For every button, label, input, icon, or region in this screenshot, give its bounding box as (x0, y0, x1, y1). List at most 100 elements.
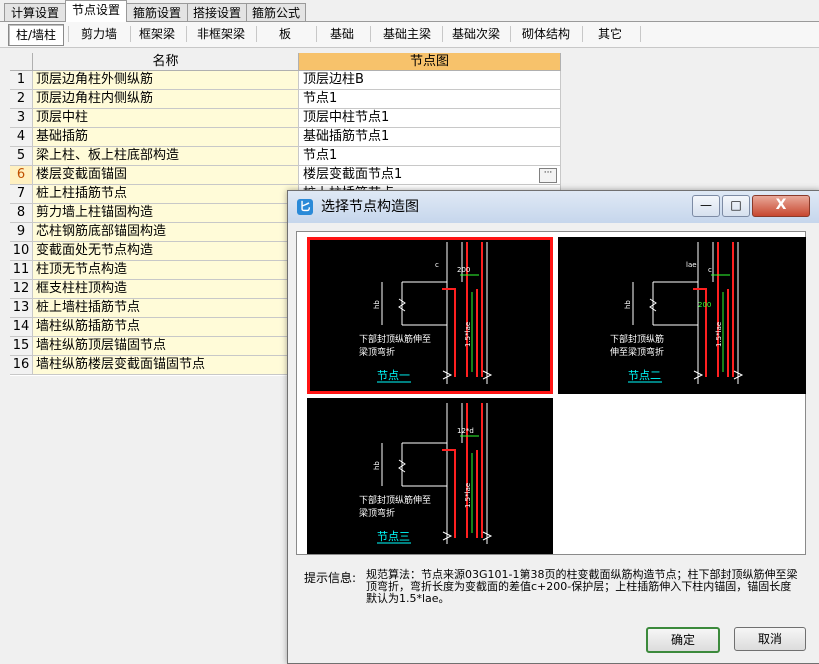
row-name-cell: 梁上柱、板上柱底部构造 (33, 147, 299, 166)
row-value-text: 节点1 (303, 148, 338, 163)
subtab-frame-beam[interactable]: 框架梁 (132, 24, 182, 44)
row-value-cell[interactable]: 顶层边柱B (299, 71, 561, 90)
row-value-cell[interactable]: 楼层变截面节点1 ··· (299, 166, 561, 185)
node-diagram: 200 c hb 1.5*lae 下部封顶纵筋伸至梁顶弯折节点一 (359, 242, 493, 384)
divider (582, 26, 583, 42)
row-number: 13 (10, 299, 33, 318)
diagram-caption-line2: 梁顶弯折 (359, 346, 395, 358)
header-name: 名称 (33, 53, 299, 71)
component-type-bar: 柱/墙柱 剪力墙 框架梁 非框架梁 板 基础 基础主梁 基础次梁 砌体结构 其它 (0, 22, 819, 48)
row-value-cell[interactable]: 顶层中柱节点1 (299, 109, 561, 128)
node-label: 节点三 (377, 530, 410, 543)
row-number: 1 (10, 71, 33, 90)
row-name-cell: 柱顶无节点构造 (33, 261, 299, 280)
ellipsis-button[interactable]: ··· (539, 168, 557, 183)
row-number: 9 (10, 223, 33, 242)
maximize-button[interactable]: □ (722, 195, 750, 217)
app-icon: 匕 (297, 199, 313, 215)
lower-rebar-left (442, 288, 456, 377)
tab-calc-settings[interactable]: 计算设置 (4, 3, 66, 22)
row-value-text: 基础插筋节点1 (303, 129, 390, 144)
dim-label-top: c (708, 266, 712, 274)
tab-lap-settings[interactable]: 搭接设置 (187, 3, 247, 22)
subtab-foundation-main-beam[interactable]: 基础主梁 (374, 24, 440, 44)
node-label: 节点二 (628, 369, 661, 382)
tab-node-settings[interactable]: 节点设置 (65, 0, 127, 22)
divider (256, 26, 257, 42)
dim-label-200: 200 (698, 301, 711, 309)
subtab-foundation-secondary-beam[interactable]: 基础次梁 (446, 24, 506, 44)
row-number: 12 (10, 280, 33, 299)
node-label: 节点一 (377, 369, 410, 382)
table-row[interactable]: 2 顶层边角柱内侧纵筋 节点1 (10, 90, 561, 109)
row-name-cell: 顶层中柱 (33, 109, 299, 128)
select-node-dialog: 匕 选择节点构造图 — □ X 200 c hb 1.5*lae 下部封顶纵筋伸至 梁顶弯… (287, 190, 819, 664)
divider (186, 26, 187, 42)
dim-label-c: c (435, 261, 439, 269)
diagram-caption-line2: 伸至梁顶弯折 (610, 346, 664, 358)
dim-label-hb: hb (373, 300, 381, 309)
row-name-cell: 框支柱柱顶构造 (33, 280, 299, 299)
row-value-cell[interactable]: 节点1 (299, 90, 561, 109)
header-node-image: 节点图 (299, 53, 561, 71)
row-number: 16 (10, 356, 33, 375)
divider (316, 26, 317, 42)
tab-stirrup-formula[interactable]: 箍筋公式 (246, 3, 306, 22)
row-name-cell: 顶层边角柱外侧纵筋 (33, 71, 299, 90)
row-name-cell: 变截面处无节点构造 (33, 242, 299, 261)
node-thumbnail-3[interactable]: 12*d hb 1.5*lae 下部封顶纵筋伸至 梁顶弯折 节点三 (307, 398, 553, 554)
row-name-cell: 墙柱纵筋楼层变截面锚固节点 (33, 356, 299, 375)
row-name-cell: 楼层变截面锚固 (33, 166, 299, 185)
row-value-text: 节点1 (303, 91, 338, 106)
subtab-foundation[interactable]: 基础 (320, 24, 364, 44)
subtab-non-frame-beam[interactable]: 非框架梁 (190, 24, 252, 44)
row-number: 15 (10, 337, 33, 356)
subtab-column[interactable]: 柱/墙柱 (8, 24, 64, 46)
subtab-masonry[interactable]: 砌体结构 (514, 24, 578, 44)
header-corner (10, 53, 33, 71)
dim-label-vertical: 1.5*lae (715, 322, 723, 347)
row-value-cell[interactable]: 节点1 (299, 147, 561, 166)
node-thumbnail-2[interactable]: c lae hb 1.5*lae 200 下部封顶纵筋 伸至梁顶弯折 节点二 (558, 237, 806, 394)
ok-button[interactable]: 确定 (646, 627, 720, 653)
node-thumbnail-1[interactable]: 200 c hb 1.5*lae 下部封顶纵筋伸至 梁顶弯折 节点一 (307, 237, 553, 394)
row-value-cell[interactable]: 基础插筋节点1 (299, 128, 561, 147)
row-name-cell: 墙柱纵筋顶层锚固节点 (33, 337, 299, 356)
row-number: 14 (10, 318, 33, 337)
node-image-gallery: 200 c hb 1.5*lae 下部封顶纵筋伸至 梁顶弯折 节点一 c lae hb 1.5*l… (296, 231, 806, 555)
node-diagram: c lae hb 1.5*lae 200 下部封顶纵筋伸至梁顶弯折节点二 (610, 242, 744, 384)
subtab-slab[interactable]: 板 (260, 24, 310, 44)
row-number: 4 (10, 128, 33, 147)
table-row[interactable]: 6 楼层变截面锚固 楼层变截面节点1 ··· (10, 166, 561, 185)
hint-label: 提示信息: (304, 571, 357, 585)
table-row[interactable]: 3 顶层中柱 顶层中柱节点1 (10, 109, 561, 128)
cancel-button[interactable]: 取消 (734, 627, 806, 651)
tab-stirrup-settings[interactable]: 箍筋设置 (126, 3, 188, 22)
dialog-title-bar[interactable]: 匕 选择节点构造图 — □ X (288, 191, 819, 223)
diagram-caption-line1: 下部封顶纵筋 (610, 333, 664, 345)
row-value-text: 顶层边柱B (303, 72, 364, 87)
row-number: 10 (10, 242, 33, 261)
row-number: 2 (10, 90, 33, 109)
break-mark (398, 298, 406, 312)
row-value-text: 楼层变截面节点1 (303, 167, 403, 182)
settings-tab-bar: 计算设置 节点设置 箍筋设置 搭接设置 箍筋公式 (0, 0, 819, 22)
dialog-title: 选择节点构造图 (321, 199, 419, 215)
break-mark (398, 459, 406, 473)
subtab-other[interactable]: 其它 (586, 24, 634, 44)
dim-label-top: 12*d (457, 427, 474, 435)
dim-label-c: lae (686, 261, 697, 269)
row-number: 3 (10, 109, 33, 128)
diagram-caption-line2: 梁顶弯折 (359, 507, 395, 519)
close-button[interactable]: X (752, 195, 810, 217)
row-number: 6 (10, 166, 33, 185)
table-row[interactable]: 4 基础插筋 基础插筋节点1 (10, 128, 561, 147)
row-name-cell: 桩上柱插筋节点 (33, 185, 299, 204)
minimize-button[interactable]: — (692, 195, 720, 217)
divider (640, 26, 641, 42)
dim-label-hb: hb (373, 461, 381, 470)
table-row[interactable]: 1 顶层边角柱外侧纵筋 顶层边柱B (10, 71, 561, 90)
table-row[interactable]: 5 梁上柱、板上柱底部构造 节点1 (10, 147, 561, 166)
subtab-shear-wall[interactable]: 剪力墙 (72, 24, 126, 44)
hint-text: 规范算法：节点来源03G101-1第38页的柱变截面纵筋构造节点；柱下部封顶纵筋… (366, 568, 798, 605)
